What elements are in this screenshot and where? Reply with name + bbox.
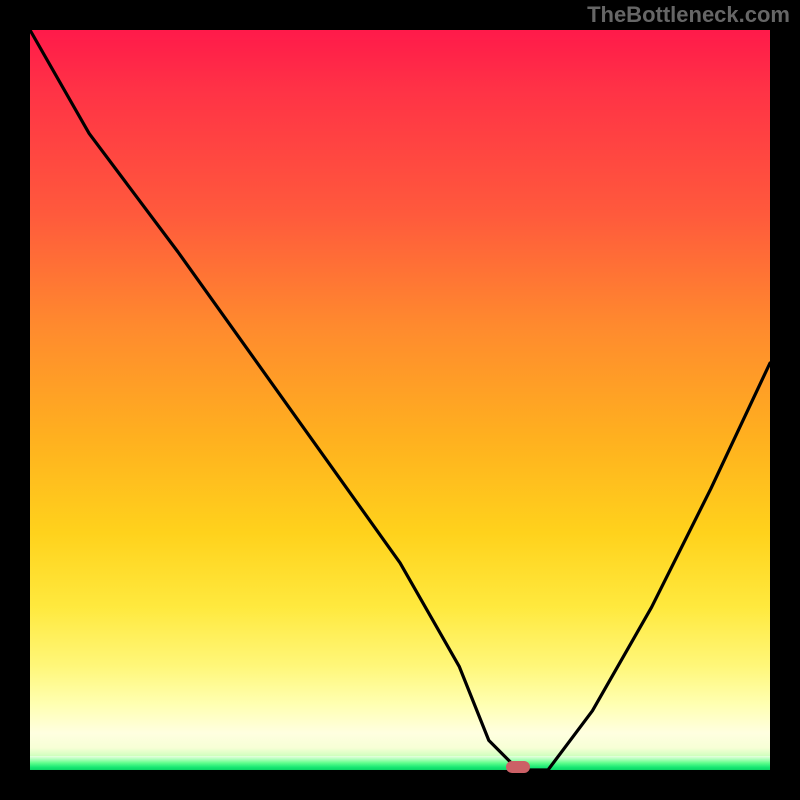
plot-area (30, 30, 770, 770)
curve-path (30, 30, 770, 770)
min-marker (506, 761, 530, 773)
chart-frame: TheBottleneck.com (0, 0, 800, 800)
bottleneck-curve (30, 30, 770, 770)
watermark-text: TheBottleneck.com (587, 2, 790, 28)
